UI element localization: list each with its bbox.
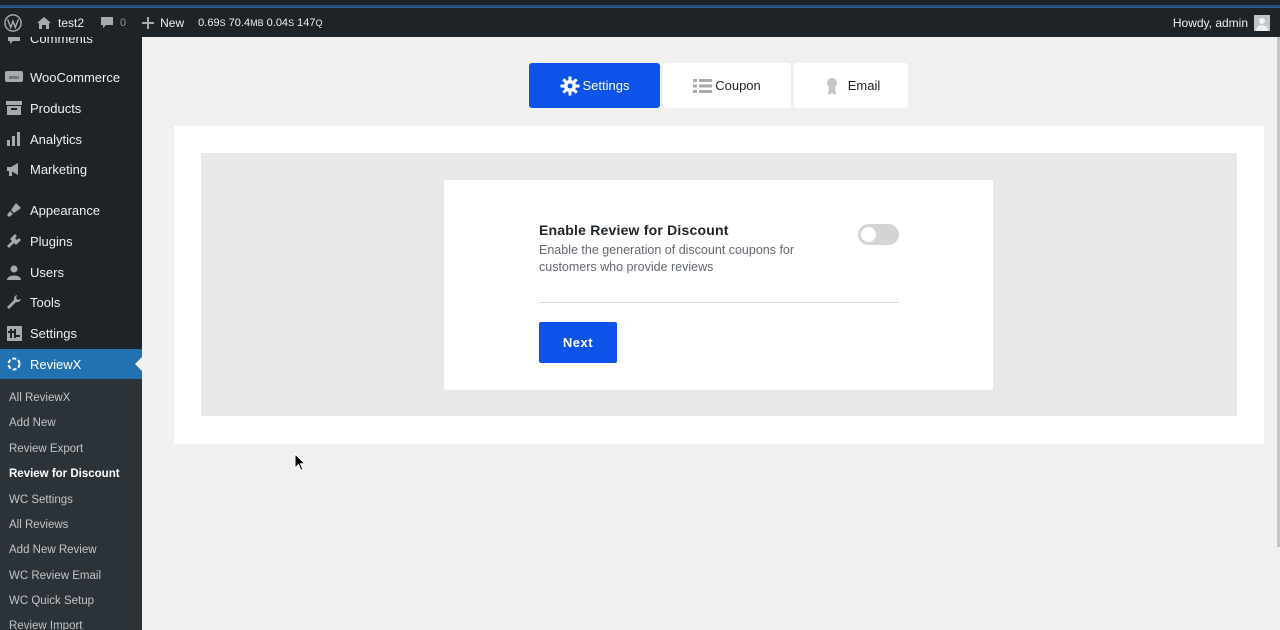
site-home-link[interactable]: test2: [26, 8, 92, 37]
sidebar-item-users[interactable]: Users: [0, 257, 142, 287]
new-content-link[interactable]: New: [134, 8, 192, 37]
perf-memory-unit: MB: [250, 17, 264, 28]
submenu-wc-quick-setup[interactable]: WC Quick Setup: [9, 595, 94, 607]
submenu-add-new-review[interactable]: Add New Review: [9, 544, 97, 556]
plugins-icon: [5, 232, 23, 250]
sidebar-item-label: Plugins: [30, 233, 73, 249]
my-account[interactable]: Howdy, admin: [1172, 14, 1280, 31]
sidebar-item-label: Comments: [30, 37, 93, 46]
top-strip: [0, 0, 1280, 8]
submenu-review-export[interactable]: Review Export: [9, 443, 83, 455]
setting-title: Enable Review for Discount: [539, 222, 729, 238]
new-label: New: [160, 15, 185, 30]
submenu-wc-settings[interactable]: WC Settings: [9, 494, 73, 506]
tab-email[interactable]: Email: [794, 63, 908, 108]
admin-sidebar: Comments woo WooCommerce Products Analyt…: [0, 37, 142, 630]
sidebar-item-label: Settings: [30, 325, 77, 341]
avatar: [1254, 14, 1270, 31]
tab-coupon[interactable]: Coupon: [663, 63, 791, 108]
tab-email-label: Email: [847, 78, 881, 93]
woocommerce-icon: woo: [5, 68, 23, 86]
sidebar-item-woocommerce[interactable]: woo WooCommerce: [0, 62, 142, 92]
sidebar-item-label: Tools: [30, 294, 61, 310]
home-icon: [37, 16, 51, 29]
submenu-review-import[interactable]: Review Import: [9, 620, 83, 630]
appearance-icon: [5, 201, 23, 219]
sidebar-item-marketing[interactable]: Marketing: [0, 154, 142, 184]
admin-bar: test2 0 New 0.69 S 70.4 MB 0.04 S 147 Q Howd…: [0, 8, 1280, 37]
reviewx-submenu: All ReviewX Add New Review Export Review…: [0, 379, 142, 630]
next-button[interactable]: Next: [539, 322, 617, 363]
tools-icon: [5, 293, 23, 311]
sidebar-item-settings[interactable]: Settings: [0, 318, 142, 348]
tab-settings[interactable]: Settings: [529, 63, 660, 108]
perf-query-time-unit: S: [288, 17, 295, 28]
perf-time: 0.69: [198, 16, 220, 29]
sidebar-item-label: Products: [30, 100, 82, 116]
plus-icon: [142, 16, 155, 29]
submenu-add-new[interactable]: Add New: [9, 417, 56, 429]
comments-count: 0: [120, 16, 127, 29]
setting-description: Enable the generation of discount coupon…: [539, 243, 795, 274]
sidebar-item-comments[interactable]: Comments: [0, 37, 142, 53]
submenu-all-reviews[interactable]: All Reviews: [9, 519, 68, 531]
sidebar-item-label: WooCommerce: [30, 69, 121, 85]
marketing-icon: [5, 160, 23, 178]
sidebar-item-label: Marketing: [30, 161, 88, 177]
users-icon: [5, 263, 23, 281]
reviewx-icon: [5, 355, 23, 373]
perf-memory: 70.4: [228, 16, 251, 29]
reviewx-tabs: Settings Coupon Email: [529, 63, 908, 108]
sidebar-item-label: ReviewX: [30, 356, 82, 372]
settings-card: Enable Review for Discount Enable the ge…: [444, 180, 993, 390]
comments-icon: [5, 37, 23, 47]
submenu-all-reviewx[interactable]: All ReviewX: [9, 392, 70, 404]
howdy-text: Howdy, admin: [1172, 15, 1248, 30]
sidebar-item-label: Analytics: [30, 131, 83, 147]
sidebar-item-products[interactable]: Products: [0, 93, 142, 123]
svg-text:woo: woo: [9, 75, 19, 81]
sidebar-item-label: Users: [30, 264, 64, 280]
site-name: test2: [58, 15, 85, 30]
sidebar-item-label: Appearance: [30, 202, 101, 218]
enable-review-discount-toggle[interactable]: [858, 224, 899, 245]
query-monitor-stats[interactable]: 0.69 S 70.4 MB 0.04 S 147 Q: [192, 8, 330, 37]
sidebar-item-tools[interactable]: Tools: [0, 287, 142, 317]
sidebar-item-appearance[interactable]: Appearance: [0, 195, 142, 225]
perf-query-time: 0.04: [266, 16, 289, 29]
gear-icon: [560, 76, 579, 95]
sidebar-item-analytics[interactable]: Analytics: [0, 124, 142, 154]
perf-queries-unit: Q: [315, 17, 323, 28]
perf-time-unit: S: [219, 17, 226, 28]
products-icon: [5, 99, 23, 117]
perf-queries: 147: [297, 16, 316, 29]
tab-coupon-label: Coupon: [715, 78, 761, 93]
award-icon: [826, 77, 837, 95]
divider: [539, 302, 899, 303]
tab-settings-label: Settings: [582, 78, 630, 93]
mouse-cursor-icon: [294, 453, 306, 472]
sidebar-item-reviewx[interactable]: ReviewX: [0, 349, 142, 379]
submenu-wc-review-email[interactable]: WC Review Email: [9, 570, 101, 582]
wordpress-logo-icon[interactable]: [0, 8, 26, 37]
submenu-review-for-discount[interactable]: Review for Discount: [9, 468, 120, 480]
sidebar-item-plugins[interactable]: Plugins: [0, 226, 142, 256]
list-icon: [693, 78, 713, 93]
comment-bubble-icon: [101, 17, 114, 28]
analytics-icon: [5, 130, 23, 148]
settings-icon: [5, 324, 23, 342]
comments-link[interactable]: 0: [92, 8, 134, 37]
